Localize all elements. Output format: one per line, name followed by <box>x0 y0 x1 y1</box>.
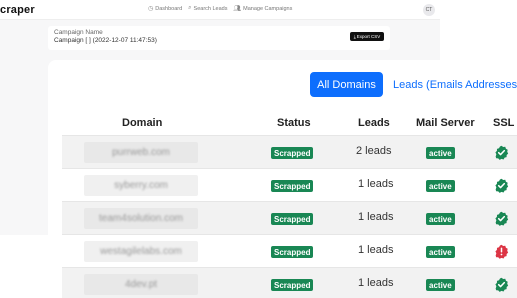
ssl-check-icon <box>494 145 509 160</box>
status-badge: Scrapped <box>271 246 314 258</box>
leads-count[interactable]: 1 leads <box>358 277 393 289</box>
status-badge: Scrapped <box>271 279 314 291</box>
search-icon: ⌕ <box>188 5 192 11</box>
ssl-check-icon <box>494 277 509 292</box>
domain-cell: team4solution.com <box>84 208 198 229</box>
mail-server-badge: active <box>426 279 455 291</box>
col-mail-server: Mail Server <box>416 117 475 129</box>
nav-manage-campaigns[interactable]: 👥︎ Manage Campaigns <box>233 5 293 13</box>
mail-server-badge: active <box>426 147 455 159</box>
nav-manage-campaigns-label: Manage Campaigns <box>243 5 293 12</box>
avatar[interactable]: CT <box>423 4 435 16</box>
nav-dashboard-label: Dashboard <box>155 5 183 12</box>
table-row: team4solution.com Scrapped 1 leads active <box>62 201 517 234</box>
nav-search-leads[interactable]: ⌕ Search Leads <box>188 5 227 12</box>
col-leads: Leads <box>358 117 390 129</box>
domain-cell: syberry.com <box>84 175 198 196</box>
col-status: Status <box>277 117 311 129</box>
top-navbar: craper ◷ Dashboard ⌕ Search Leads 👥︎ Man… <box>0 0 440 20</box>
table-row: 4dev.pt Scrapped 1 leads active <box>62 267 517 298</box>
leads-count[interactable]: 1 leads <box>358 244 393 256</box>
campaign-name-label: Campaign Name <box>54 29 103 36</box>
domain-cell: 4dev.pt <box>84 274 198 295</box>
domain-name: westagilelabs.com <box>100 246 182 257</box>
domain-name: syberry.com <box>114 180 168 191</box>
table-header: Domain Status Leads Mail Server SSL <box>62 112 517 134</box>
domain-cell: purrweb.com <box>84 142 198 163</box>
table-row: westagilelabs.com Scrapped 1 leads active <box>62 234 517 267</box>
clock-icon: ◷ <box>148 6 154 12</box>
tab-all-domains[interactable]: All Domains <box>310 72 383 97</box>
nav-search-leads-label: Search Leads <box>193 5 228 12</box>
mail-server-badge: active <box>426 213 455 225</box>
leads-count[interactable]: 1 leads <box>358 211 393 223</box>
ssl-check-icon <box>494 178 509 193</box>
leads-count[interactable]: 1 leads <box>358 178 393 190</box>
mail-server-badge: active <box>426 246 455 258</box>
domain-name: team4solution.com <box>99 213 183 224</box>
status-badge: Scrapped <box>271 180 314 192</box>
tab-leads-emails[interactable]: Leads (Emails Addresses) <box>393 72 517 97</box>
users-icon: 👥︎ <box>233 6 242 12</box>
app-brand[interactable]: craper <box>0 4 35 16</box>
col-domain: Domain <box>122 117 163 129</box>
export-csv-label: Export CSV <box>356 34 381 39</box>
download-icon: ⤓ <box>353 34 356 39</box>
campaign-name-value: Campaign [ ] (2022-12-07 11:47:53) <box>54 37 157 44</box>
domain-name: purrweb.com <box>112 147 170 158</box>
domain-name: 4dev.pt <box>124 279 158 290</box>
ssl-error-icon <box>494 244 509 259</box>
ssl-check-icon <box>494 211 509 226</box>
nav-dashboard[interactable]: ◷ Dashboard <box>148 5 183 13</box>
mail-server-badge: active <box>426 180 455 192</box>
status-badge: Scrapped <box>271 147 314 159</box>
table-row: syberry.com Scrapped 1 leads active <box>62 168 517 201</box>
table-row: purrweb.com Scrapped 2 leads active <box>62 135 517 168</box>
domain-cell: westagilelabs.com <box>84 241 198 262</box>
export-csv-button[interactable]: ⤓ Export CSV <box>350 32 384 41</box>
col-ssl: SSL <box>493 117 515 129</box>
status-badge: Scrapped <box>271 213 314 225</box>
leads-count[interactable]: 2 leads <box>356 145 391 157</box>
campaign-header: Campaign Name Campaign [ ] (2022-12-07 1… <box>48 26 390 50</box>
main-nav: ◷ Dashboard ⌕ Search Leads 👥︎ Manage Cam… <box>148 5 292 12</box>
